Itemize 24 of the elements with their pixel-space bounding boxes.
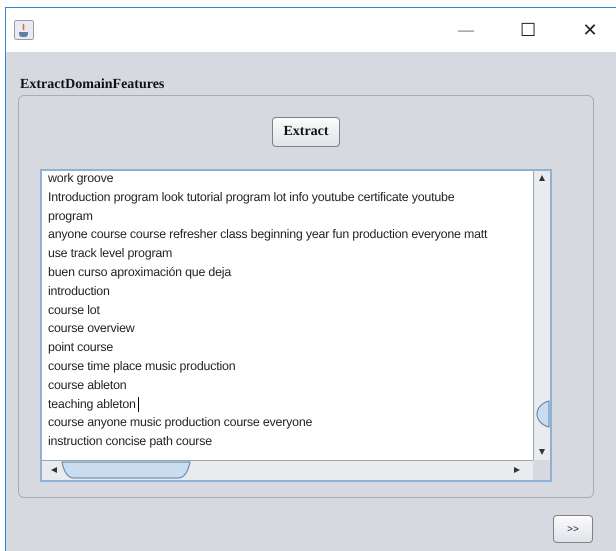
text-line: teaching ableton (48, 396, 136, 411)
text-line: buen curso aproximación que deja (48, 264, 232, 279)
text-line: instruction concise path course (48, 434, 212, 448)
text-line: course overview (48, 321, 135, 336)
text-line: anyone course course refresher class beginning year fun production everyone matt (48, 227, 488, 242)
text-line: program (48, 208, 93, 223)
text-line: course time place music production (48, 358, 236, 373)
text-line: Introduction program look tutorial program lot info youtube certificate youtube (48, 190, 454, 204)
text-line: point course (48, 340, 114, 354)
panel-title: ExtractDomainFeatures (20, 77, 166, 93)
text-line: use track level program (48, 246, 172, 260)
close-button[interactable]: ✕ (559, 8, 616, 52)
minimize-button[interactable]: — (435, 8, 497, 52)
text-line: work groove (48, 171, 114, 185)
extract-button[interactable]: Extract (272, 117, 340, 147)
maximize-button[interactable]: ☐ (497, 8, 559, 52)
text-line: introduction (48, 284, 110, 298)
scrollbar-corner (533, 460, 550, 480)
text-line: course ableton (48, 378, 126, 392)
text-line: course anyone music production course everyone (48, 415, 312, 430)
coffee-cup-icon (14, 20, 34, 40)
next-button[interactable]: >> (553, 515, 593, 543)
text-line: course lot (48, 302, 100, 317)
text-area[interactable] (40, 169, 552, 482)
